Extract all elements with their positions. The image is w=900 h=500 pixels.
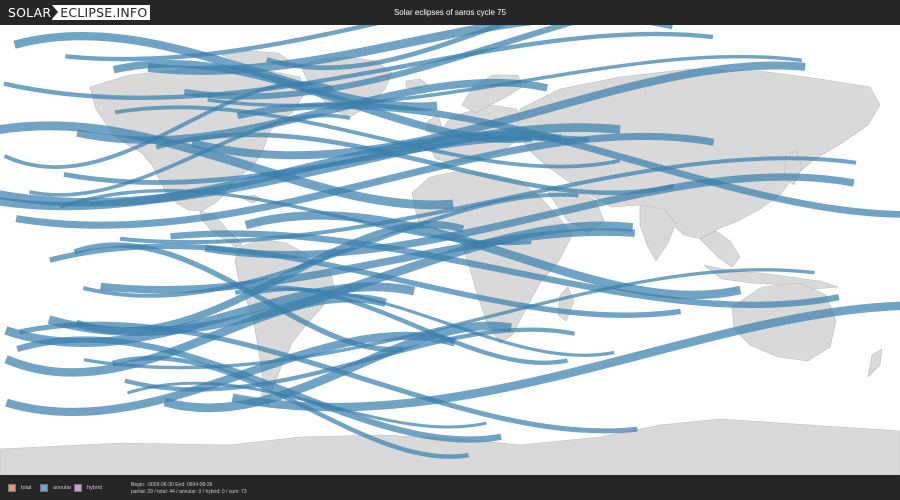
saros-eclipse-counts: partial: 29 / total: 44 / annular: 0 / h… xyxy=(131,488,247,495)
map-svg xyxy=(0,25,900,475)
legend-label-hybrid: hybrid xyxy=(87,485,102,491)
legend-item-hybrid: hybrid xyxy=(74,484,102,492)
header-bar: SOLAR ECLIPSE.INFO Solar eclipses of sar… xyxy=(0,0,900,25)
footer-bar: total annular hybrid Begin: -0009-06-30 … xyxy=(0,475,900,500)
legend-item-total: total xyxy=(8,484,31,492)
legend-swatch-annular xyxy=(40,484,48,492)
legend-swatch-hybrid xyxy=(74,484,82,492)
world-map xyxy=(0,25,900,475)
legend-item-annular: annular xyxy=(40,484,71,492)
page-title: Solar eclipses of saros cycle 75 xyxy=(393,8,507,17)
legend-swatch-total xyxy=(8,484,16,492)
saros-statistics: Begin: -0009-06-30 End: 0694-08-26 parti… xyxy=(131,482,247,495)
new-zealand xyxy=(867,348,883,378)
madagascar xyxy=(557,286,575,322)
legend-label-total: total xyxy=(21,485,32,491)
southeast-asia xyxy=(699,230,741,268)
legend-label-annular: annular xyxy=(53,485,72,491)
